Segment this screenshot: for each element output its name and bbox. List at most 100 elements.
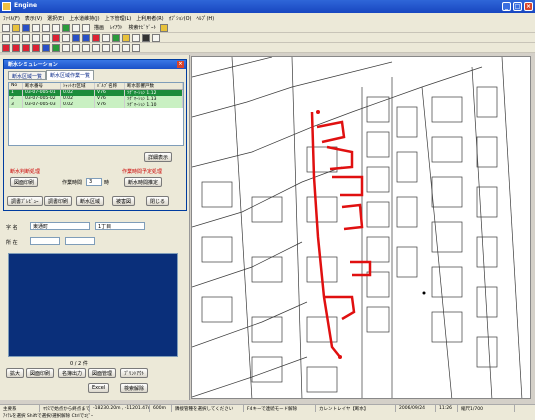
list-output-button[interactable]: 名簿出力 (58, 368, 87, 378)
outage-table: No 断水番号 ｼｬｯﾄｵﾌ区域 ﾊﾞﾙﾌﾞ名称 断水影響戸数 1 03-07-… (8, 82, 184, 146)
menu-view[interactable]: 表示(V) (25, 15, 42, 22)
report-preview-button[interactable]: 調書ﾌﾟﾚﾋﾞｭｰ (7, 196, 43, 206)
text-a-icon[interactable] (2, 44, 10, 52)
menu-select[interactable]: 選択(E) (47, 15, 64, 22)
arrow-icon[interactable] (62, 44, 70, 52)
mark-icon[interactable] (92, 34, 100, 42)
col-no: No (9, 83, 23, 89)
name-label: 字 名 (6, 225, 18, 231)
window-title-bar: Engine _ □ × (0, 0, 535, 13)
circle-icon[interactable] (92, 44, 100, 52)
export-icon[interactable] (152, 34, 160, 42)
menu-file[interactable]: ﾌｧｲﾙ(F) (3, 15, 20, 22)
toolbar-standard: 描画 ﾚｲｱｳﾄ 検索ﾅﾋﾞｹﾞｰﾄ (0, 23, 535, 33)
detail-button[interactable]: 詳細表示 (144, 152, 173, 162)
menu-help[interactable]: ﾍﾙﾌﾟ(H) (196, 15, 214, 22)
maximize-button[interactable]: □ (513, 2, 522, 11)
text-b-icon[interactable] (12, 44, 20, 52)
new-icon[interactable] (2, 24, 10, 32)
map-manage-button[interactable]: 図面管理 (88, 368, 117, 378)
close-window-button[interactable]: × (524, 2, 533, 11)
result-list[interactable] (8, 253, 178, 357)
help-icon[interactable] (160, 24, 169, 32)
polyline-icon[interactable] (72, 44, 80, 52)
move-icon[interactable] (62, 34, 70, 42)
text-c-icon[interactable] (22, 44, 30, 52)
status-mode: カレントレイヤ【断水】 (316, 405, 396, 412)
menu-bar: ﾌｧｲﾙ(F) 表示(V) 選択(E) 上水道維持(J) 上下管理(L) 上利用… (0, 13, 535, 23)
print-icon[interactable] (142, 34, 150, 42)
valve-icon[interactable] (122, 34, 130, 42)
status-message: ﾏｳｽで始点から終点までﾄﾞﾗｯｸﾞ (40, 405, 90, 412)
minimize-button[interactable]: _ (502, 2, 511, 11)
zoom-in-icon[interactable] (32, 24, 40, 32)
open-icon[interactable] (12, 24, 20, 32)
save-icon[interactable] (22, 24, 30, 32)
outage-area-button[interactable]: 断水区域 (76, 196, 105, 206)
table-header: No 断水番号 ｼｬｯﾄｵﾌ区域 ﾊﾞﾙﾌﾞ名称 断水影響戸数 (9, 83, 183, 90)
copy-icon[interactable] (12, 34, 20, 42)
status-zoom: 縮尺1/700 (458, 405, 515, 412)
estimate-time-button[interactable]: 断水時間推定 (124, 177, 163, 187)
fit-icon[interactable] (72, 24, 80, 32)
name-select[interactable]: 東通町 (30, 222, 90, 230)
symbol-icon[interactable] (112, 44, 120, 52)
col-id: 断水番号 (23, 83, 61, 89)
grid-icon[interactable] (102, 34, 110, 42)
refresh-icon[interactable] (62, 24, 70, 32)
toolbar-label-search[interactable]: 検索ﾅﾋﾞｹﾞｰﾄ (127, 24, 159, 31)
pipe-icon[interactable] (112, 34, 120, 42)
dialog-title-bar: 断水シミュレーション × (4, 60, 186, 69)
delete-icon[interactable] (52, 34, 60, 42)
printout-button[interactable]: ﾌﾟﾘﾝﾄｱｳﾄ (120, 368, 149, 378)
menu-users[interactable]: 上利用者(R) (136, 15, 163, 22)
prev-view-icon[interactable] (82, 24, 90, 32)
excel-button[interactable]: Excel (88, 383, 110, 393)
arc-icon[interactable] (102, 44, 110, 52)
table-row[interactable]: 3 03-07-005-03 0.02 V76 ｿｸﾞﾏｰｼｮﾝ 1.10 (9, 102, 183, 108)
select-icon[interactable] (2, 34, 10, 42)
pan-icon[interactable] (52, 24, 60, 32)
chome-select[interactable]: 1丁目 (95, 222, 145, 230)
address-label: 所 在 (6, 240, 18, 246)
layer-icon[interactable] (72, 34, 80, 42)
table-icon[interactable] (82, 34, 90, 42)
undo-icon[interactable] (32, 34, 40, 42)
tab-outage-areas[interactable]: 断水区域一覧 (8, 71, 47, 80)
map-print-button[interactable]: 図面印刷 (10, 177, 39, 187)
line-red-icon[interactable] (32, 44, 40, 52)
dialog-close-button[interactable]: 閉じる (146, 196, 170, 206)
toolbar-label-layout[interactable]: ﾚｲｱｳﾄ (108, 24, 125, 31)
zoom-button[interactable]: 拡大 (6, 368, 25, 378)
map-print-bottom-button[interactable]: 図面印刷 (26, 368, 55, 378)
toolbar-label-draw[interactable]: 描画 (92, 24, 106, 31)
menu-management[interactable]: 上下管理(L) (105, 15, 132, 22)
line-blue-icon[interactable] (42, 44, 50, 52)
paste-icon[interactable] (22, 34, 30, 42)
dimension-icon[interactable] (122, 44, 130, 52)
status-f4: F4キーで連続モード解除 (244, 405, 316, 412)
clear-search-button[interactable]: 検索解除 (120, 383, 149, 393)
cell-households: ｿｸﾞﾏｰｼｮﾝ 1.10 (125, 102, 183, 108)
toolbar-draw (0, 43, 535, 53)
redo-icon[interactable] (42, 34, 50, 42)
dialog-close-icon[interactable]: × (177, 61, 184, 68)
status-bar: 主要系 ﾏｳｽで始点から終点までﾄﾞﾗｯｸﾞ -18230.20m , -112… (0, 404, 535, 412)
address-to-input[interactable] (65, 237, 95, 245)
map-canvas[interactable] (191, 56, 531, 399)
work-time-input[interactable]: 3 (86, 178, 102, 186)
tab-outage-work[interactable]: 断水区域作業一覧 (46, 70, 95, 80)
damage-map-button[interactable]: 被害図 (112, 196, 136, 206)
rectangle-icon[interactable] (82, 44, 90, 52)
measure-icon[interactable] (132, 34, 140, 42)
menu-options[interactable]: ｵﾌﾟｼｮﾝ(O) (169, 15, 192, 22)
report-print-button[interactable]: 調書印刷 (44, 196, 73, 206)
cell-valve: V76 (95, 102, 125, 108)
address-from-input[interactable] (30, 237, 60, 245)
zoom-out-icon[interactable] (42, 24, 50, 32)
section-left-label: 断水判断処理 (10, 169, 41, 175)
footer-hint: ｱｲﾃﾑを選択 Shiftで選択/選択解除 Ctrlでｺﾋﾟｰ (0, 412, 535, 420)
hatch-icon[interactable] (132, 44, 140, 52)
menu-water-maintenance[interactable]: 上水道維持(J) (69, 15, 99, 22)
line-green-icon[interactable] (52, 44, 60, 52)
